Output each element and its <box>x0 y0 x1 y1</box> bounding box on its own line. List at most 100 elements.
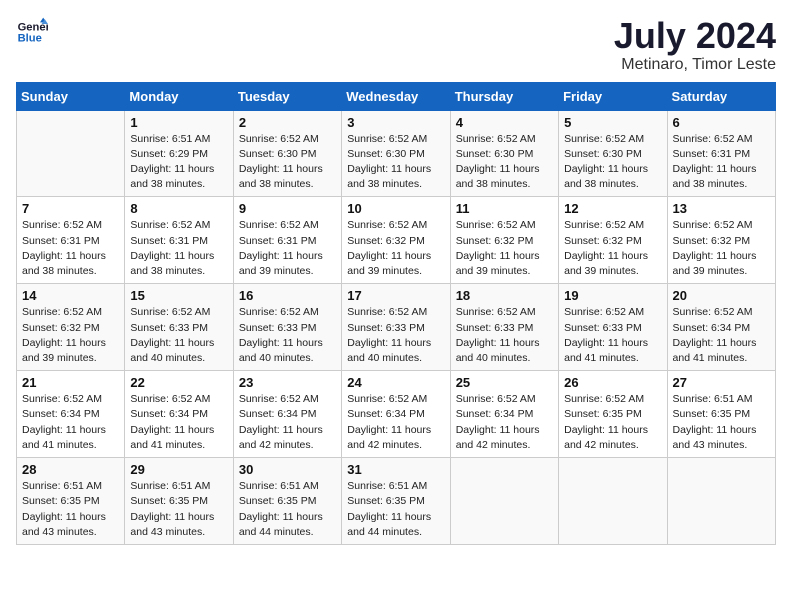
calendar-cell: 6 Sunrise: 6:52 AMSunset: 6:31 PMDaylight… <box>667 110 775 197</box>
day-info: Sunrise: 6:52 AMSunset: 6:31 PMDaylight:… <box>239 218 336 279</box>
calendar-cell: 27Sunrise: 6:51 AMSunset: 6:35 PMDayligh… <box>667 371 775 458</box>
day-info: Sunrise: 6:52 AMSunset: 6:32 PMDaylight:… <box>22 305 119 366</box>
calendar-cell: 14 Sunrise: 6:52 AMSunset: 6:32 PMDayligh… <box>17 284 125 371</box>
column-header-saturday: Saturday <box>667 82 775 110</box>
title-block: July 2024 Metinaro, Timor Leste <box>614 16 776 74</box>
calendar-cell: 4Sunrise: 6:52 AMSunset: 6:30 PMDaylight… <box>450 110 558 197</box>
calendar-cell: 29 Sunrise: 6:51 AMSunset: 6:35 PMDayligh… <box>125 458 233 545</box>
day-info: Sunrise: 6:52 AMSunset: 6:33 PMDaylight:… <box>130 305 227 366</box>
day-info: Sunrise: 6:51 AMSunset: 6:35 PMDaylight:… <box>239 479 336 540</box>
calendar-week-row: 21 Sunrise: 6:52 AMSunset: 6:34 PMDayligh… <box>17 371 776 458</box>
day-number: 20 <box>673 288 770 303</box>
page-header: General Blue July 2024 Metinaro, Timor L… <box>16 16 776 74</box>
day-number: 14 <box>22 288 119 303</box>
day-info: Sunrise: 6:52 AMSunset: 6:32 PMDaylight:… <box>456 218 553 279</box>
day-number: 12 <box>564 201 661 216</box>
day-number: 24 <box>347 375 444 390</box>
day-number: 17 <box>347 288 444 303</box>
day-number: 28 <box>22 462 119 477</box>
calendar-cell: 7 Sunrise: 6:52 AMSunset: 6:31 PMDaylight… <box>17 197 125 284</box>
calendar-cell: 8 Sunrise: 6:52 AMSunset: 6:31 PMDaylight… <box>125 197 233 284</box>
day-number: 16 <box>239 288 336 303</box>
day-info: Sunrise: 6:52 AMSunset: 6:34 PMDaylight:… <box>456 392 553 453</box>
calendar-cell: 30 Sunrise: 6:51 AMSunset: 6:35 PMDayligh… <box>233 458 341 545</box>
day-info: Sunrise: 6:51 AMSunset: 6:35 PMDaylight:… <box>130 479 227 540</box>
column-header-tuesday: Tuesday <box>233 82 341 110</box>
day-info: Sunrise: 6:51 AMSunset: 6:35 PMDaylight:… <box>22 479 119 540</box>
calendar-cell: 15 Sunrise: 6:52 AMSunset: 6:33 PMDayligh… <box>125 284 233 371</box>
day-number: 6 <box>673 115 770 130</box>
day-number: 11 <box>456 201 553 216</box>
day-info: Sunrise: 6:52 AMSunset: 6:34 PMDaylight:… <box>347 392 444 453</box>
calendar-cell: 28 Sunrise: 6:51 AMSunset: 6:35 PMDayligh… <box>17 458 125 545</box>
day-info: Sunrise: 6:52 AMSunset: 6:31 PMDaylight:… <box>130 218 227 279</box>
day-number: 5 <box>564 115 661 130</box>
calendar-cell: 19Sunrise: 6:52 AMSunset: 6:33 PMDayligh… <box>559 284 667 371</box>
day-info: Sunrise: 6:51 AMSunset: 6:35 PMDaylight:… <box>673 392 770 453</box>
day-number: 29 <box>130 462 227 477</box>
day-info: Sunrise: 6:52 AMSunset: 6:34 PMDaylight:… <box>22 392 119 453</box>
day-number: 19 <box>564 288 661 303</box>
calendar-cell: 16 Sunrise: 6:52 AMSunset: 6:33 PMDayligh… <box>233 284 341 371</box>
day-info: Sunrise: 6:52 AMSunset: 6:35 PMDaylight:… <box>564 392 661 453</box>
column-header-monday: Monday <box>125 82 233 110</box>
logo: General Blue <box>16 16 48 48</box>
day-info: Sunrise: 6:52 AMSunset: 6:30 PMDaylight:… <box>564 132 661 193</box>
day-number: 8 <box>130 201 227 216</box>
day-number: 31 <box>347 462 444 477</box>
calendar-cell: 10 Sunrise: 6:52 AMSunset: 6:32 PMDayligh… <box>342 197 450 284</box>
column-header-wednesday: Wednesday <box>342 82 450 110</box>
day-number: 1 <box>130 115 227 130</box>
calendar-cell <box>559 458 667 545</box>
day-info: Sunrise: 6:52 AMSunset: 6:31 PMDaylight:… <box>22 218 119 279</box>
day-number: 7 <box>22 201 119 216</box>
day-number: 10 <box>347 201 444 216</box>
month-title: July 2024 <box>614 16 776 56</box>
day-info: Sunrise: 6:52 AMSunset: 6:32 PMDaylight:… <box>564 218 661 279</box>
day-info: Sunrise: 6:52 AMSunset: 6:30 PMDaylight:… <box>239 132 336 193</box>
calendar-cell: 20 Sunrise: 6:52 AMSunset: 6:34 PMDayligh… <box>667 284 775 371</box>
calendar-table: SundayMondayTuesdayWednesdayThursdayFrid… <box>16 82 776 545</box>
day-number: 25 <box>456 375 553 390</box>
day-number: 13 <box>673 201 770 216</box>
day-info: Sunrise: 6:52 AMSunset: 6:31 PMDaylight:… <box>673 132 770 193</box>
day-number: 4 <box>456 115 553 130</box>
day-info: Sunrise: 6:52 AMSunset: 6:33 PMDaylight:… <box>347 305 444 366</box>
calendar-cell <box>667 458 775 545</box>
day-info: Sunrise: 6:52 AMSunset: 6:34 PMDaylight:… <box>130 392 227 453</box>
calendar-cell: 3Sunrise: 6:52 AMSunset: 6:30 PMDaylight… <box>342 110 450 197</box>
day-number: 2 <box>239 115 336 130</box>
day-number: 15 <box>130 288 227 303</box>
calendar-cell: 11 Sunrise: 6:52 AMSunset: 6:32 PMDayligh… <box>450 197 558 284</box>
calendar-cell: 31 Sunrise: 6:51 AMSunset: 6:35 PMDayligh… <box>342 458 450 545</box>
day-info: Sunrise: 6:52 AMSunset: 6:34 PMDaylight:… <box>673 305 770 366</box>
calendar-cell <box>17 110 125 197</box>
day-info: Sunrise: 6:52 AMSunset: 6:34 PMDaylight:… <box>239 392 336 453</box>
calendar-cell: 22Sunrise: 6:52 AMSunset: 6:34 PMDayligh… <box>125 371 233 458</box>
calendar-cell <box>450 458 558 545</box>
calendar-cell: 9 Sunrise: 6:52 AMSunset: 6:31 PMDaylight… <box>233 197 341 284</box>
column-header-thursday: Thursday <box>450 82 558 110</box>
day-number: 30 <box>239 462 336 477</box>
day-number: 21 <box>22 375 119 390</box>
day-info: Sunrise: 6:52 AMSunset: 6:32 PMDaylight:… <box>673 218 770 279</box>
calendar-cell: 23 Sunrise: 6:52 AMSunset: 6:34 PMDayligh… <box>233 371 341 458</box>
calendar-week-row: 28 Sunrise: 6:51 AMSunset: 6:35 PMDayligh… <box>17 458 776 545</box>
calendar-cell: 12 Sunrise: 6:52 AMSunset: 6:32 PMDayligh… <box>559 197 667 284</box>
day-info: Sunrise: 6:52 AMSunset: 6:33 PMDaylight:… <box>456 305 553 366</box>
calendar-cell: 5 Sunrise: 6:52 AMSunset: 6:30 PMDaylight… <box>559 110 667 197</box>
day-info: Sunrise: 6:52 AMSunset: 6:33 PMDaylight:… <box>239 305 336 366</box>
day-number: 9 <box>239 201 336 216</box>
svg-text:Blue: Blue <box>18 33 42 45</box>
day-number: 23 <box>239 375 336 390</box>
day-info: Sunrise: 6:52 AMSunset: 6:32 PMDaylight:… <box>347 218 444 279</box>
calendar-cell: 26Sunrise: 6:52 AMSunset: 6:35 PMDayligh… <box>559 371 667 458</box>
calendar-week-row: 7 Sunrise: 6:52 AMSunset: 6:31 PMDaylight… <box>17 197 776 284</box>
day-info: Sunrise: 6:51 AMSunset: 6:35 PMDaylight:… <box>347 479 444 540</box>
calendar-cell: 18Sunrise: 6:52 AMSunset: 6:33 PMDayligh… <box>450 284 558 371</box>
column-header-sunday: Sunday <box>17 82 125 110</box>
day-info: Sunrise: 6:52 AMSunset: 6:30 PMDaylight:… <box>347 132 444 193</box>
calendar-cell: 21 Sunrise: 6:52 AMSunset: 6:34 PMDayligh… <box>17 371 125 458</box>
location: Metinaro, Timor Leste <box>614 56 776 74</box>
column-header-friday: Friday <box>559 82 667 110</box>
